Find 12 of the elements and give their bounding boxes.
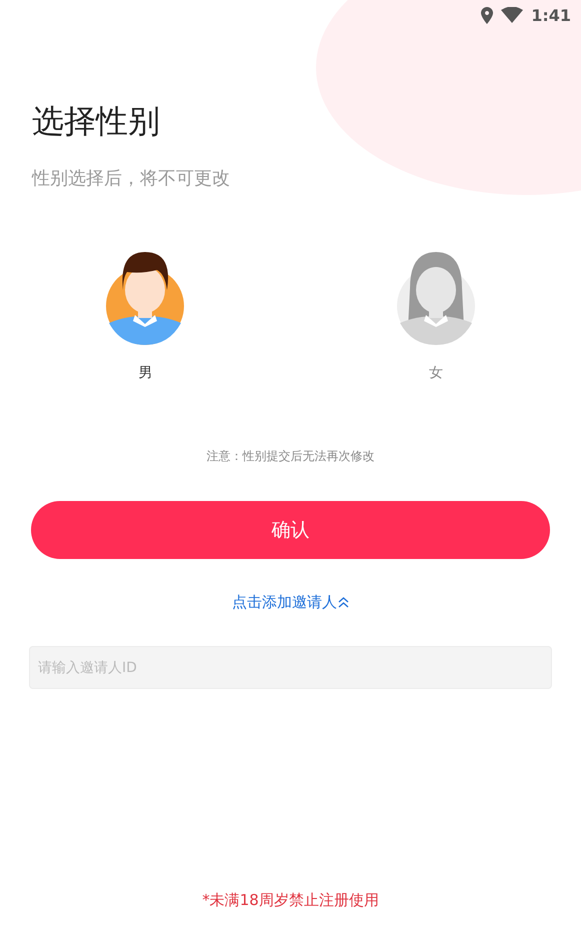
- notice-text: 注意：性别提交后无法再次修改: [206, 448, 376, 465]
- gender-label: 男: [138, 364, 152, 382]
- confirm-button[interactable]: 确认: [31, 501, 550, 559]
- wifi-icon: [501, 7, 524, 23]
- add-inviter-link[interactable]: 点击添加邀请人: [232, 593, 349, 612]
- inviter-id-field[interactable]: 请输入邀请人ID: [29, 646, 552, 689]
- gender-label: 女: [428, 364, 443, 382]
- page-title: 选择性别: [32, 101, 161, 142]
- location-icon: [481, 6, 494, 24]
- status-time: 1:41: [531, 6, 571, 24]
- subtitle: 性别选择后，将不可更改: [32, 167, 231, 190]
- age-warning: *未满18周岁禁止注册使用: [201, 891, 380, 910]
